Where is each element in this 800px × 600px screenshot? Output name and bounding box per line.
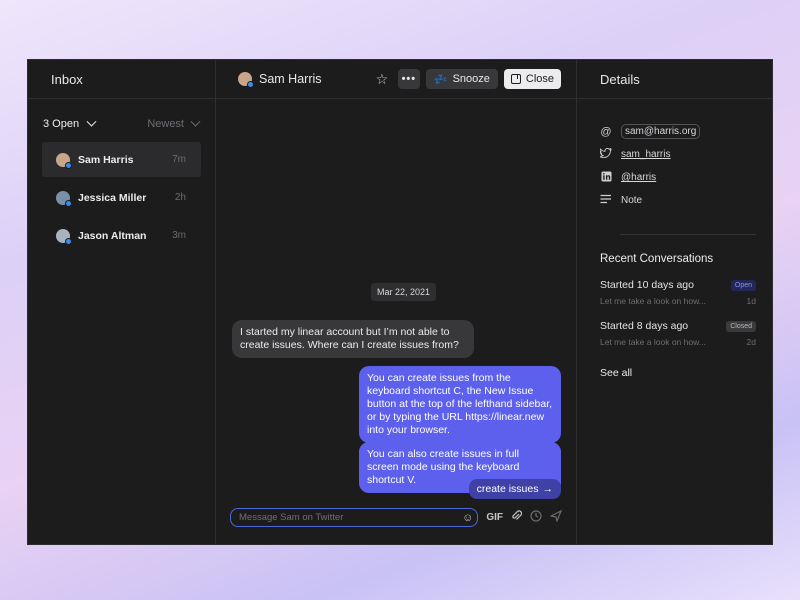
message-placeholder: Message Sam on Twitter (239, 512, 344, 523)
linkedin-icon (600, 171, 612, 185)
twitter-row: sam_harris (598, 143, 756, 166)
details-title: Details (577, 60, 772, 99)
recent-conversation-item[interactable]: Started 10 days ago Open Let me take a l… (600, 279, 756, 306)
conversation-time: 7m (172, 154, 186, 165)
chevron-down-icon (86, 116, 97, 127)
status-badge: Open (730, 279, 756, 291)
note-label: Note (621, 195, 643, 206)
status-filter-dropdown[interactable]: 3 Open (43, 116, 97, 130)
conversation-list: Sam Harris 7m Jessica Miller 2h Jason Al… (28, 130, 215, 256)
snooze-button[interactable]: 💤 Snooze (425, 69, 498, 89)
status-filter-label: 3 Open (43, 118, 80, 130)
contact-info[interactable]: Sam Harris (238, 72, 322, 88)
incoming-message: I started my linear account but I’m not … (232, 320, 474, 358)
sort-label: Newest (147, 118, 184, 130)
conversation-actions: ☆ ••• 💤 Snooze Close (372, 69, 561, 89)
message-input[interactable]: Message Sam on Twitter ☺ (230, 508, 479, 527)
note-lines-icon (600, 194, 612, 207)
star-icon[interactable]: ☆ (372, 69, 392, 89)
close-icon (510, 74, 521, 84)
contact-name: Sam Harris (259, 72, 322, 86)
message-thread: Mar 22, 2021 I started my linear account… (216, 99, 576, 544)
close-button[interactable]: Close (503, 69, 561, 89)
close-label: Close (525, 73, 554, 85)
see-all-link[interactable]: See all (600, 367, 756, 379)
suggestion-chip[interactable]: create issues → (468, 479, 561, 499)
avatar (56, 152, 72, 169)
sort-dropdown[interactable]: Newest (147, 116, 201, 130)
outgoing-message: You can create issues from the keyboard … (359, 366, 561, 443)
conversation-time: 3m (172, 230, 186, 241)
recent-conversation-preview: Let me take a look on how... (600, 296, 706, 306)
avatar (238, 72, 254, 88)
recent-conversation-age: 1d (746, 296, 756, 306)
recent-conversation-title: Started 10 days ago (600, 279, 694, 291)
conversation-name: Jessica Miller (78, 191, 147, 204)
note-row[interactable]: Note (600, 189, 756, 212)
twitter-icon (598, 147, 612, 161)
details-content: @ sam@harris.org sam_harris @harris Note… (577, 99, 772, 379)
divider (620, 234, 756, 235)
twitter-link[interactable]: sam_harris (621, 149, 670, 160)
date-separator: Mar 22, 2021 (371, 283, 437, 301)
email-row: @ sam@harris.org (600, 120, 756, 143)
conversation-item-sam-harris[interactable]: Sam Harris 7m (42, 142, 201, 177)
conversation-item-jason-altman[interactable]: Jason Altman 3m (42, 218, 201, 253)
gif-button[interactable]: GIF (486, 512, 503, 523)
chevron-down-icon (190, 116, 201, 127)
more-options-button[interactable]: ••• (397, 69, 420, 89)
snooze-label: Snooze (452, 73, 490, 85)
conversation-name: Jason Altman (78, 229, 147, 242)
recent-conversations-title: Recent Conversations (600, 253, 714, 265)
linkedin-row: @harris (600, 166, 756, 189)
inbox-filters: 3 Open Newest (28, 99, 215, 130)
twitter-badge-icon (65, 237, 72, 245)
clock-icon[interactable] (530, 510, 542, 525)
inbox-title: Inbox (28, 60, 215, 99)
recent-conversation-preview: Let me take a look on how... (600, 337, 706, 347)
app-window: Inbox 3 Open Newest Sam Harris 7m Jessic… (27, 59, 773, 545)
conversation-panel: Sam Harris ☆ ••• 💤 Snooze Close Mar 22, … (216, 60, 577, 544)
details-panel: Details @ sam@harris.org sam_harris @har… (577, 60, 772, 544)
snooze-icon: 💤 (433, 73, 448, 86)
inbox-panel: Inbox 3 Open Newest Sam Harris 7m Jessic… (28, 60, 216, 544)
linkedin-link[interactable]: @harris (621, 172, 656, 183)
suggestion-chip-label: create issues (476, 483, 539, 495)
twitter-badge-icon (65, 199, 72, 207)
recent-conversation-item[interactable]: Started 8 days ago Closed Let me take a … (600, 320, 756, 347)
avatar (56, 190, 72, 207)
email-link[interactable]: sam@harris.org (621, 124, 701, 139)
arrow-right-icon: → (542, 483, 554, 495)
twitter-badge-icon (247, 81, 254, 88)
composer: Message Sam on Twitter ☺ GIF (230, 508, 563, 527)
at-icon: @ (600, 125, 612, 138)
send-icon[interactable] (549, 509, 563, 525)
recent-conversation-title: Started 8 days ago (600, 320, 689, 332)
attachment-icon[interactable] (511, 510, 523, 525)
status-badge: Closed (726, 320, 756, 332)
conversation-header: Sam Harris ☆ ••• 💤 Snooze Close (216, 60, 576, 99)
conversation-time: 2h (174, 192, 186, 203)
twitter-badge-icon (65, 161, 72, 169)
emoji-icon[interactable]: ☺ (462, 512, 473, 524)
recent-conversation-age: 2d (746, 337, 756, 347)
avatar (56, 228, 72, 245)
conversation-name: Sam Harris (78, 153, 134, 166)
conversation-item-jessica-miller[interactable]: Jessica Miller 2h (42, 180, 201, 215)
